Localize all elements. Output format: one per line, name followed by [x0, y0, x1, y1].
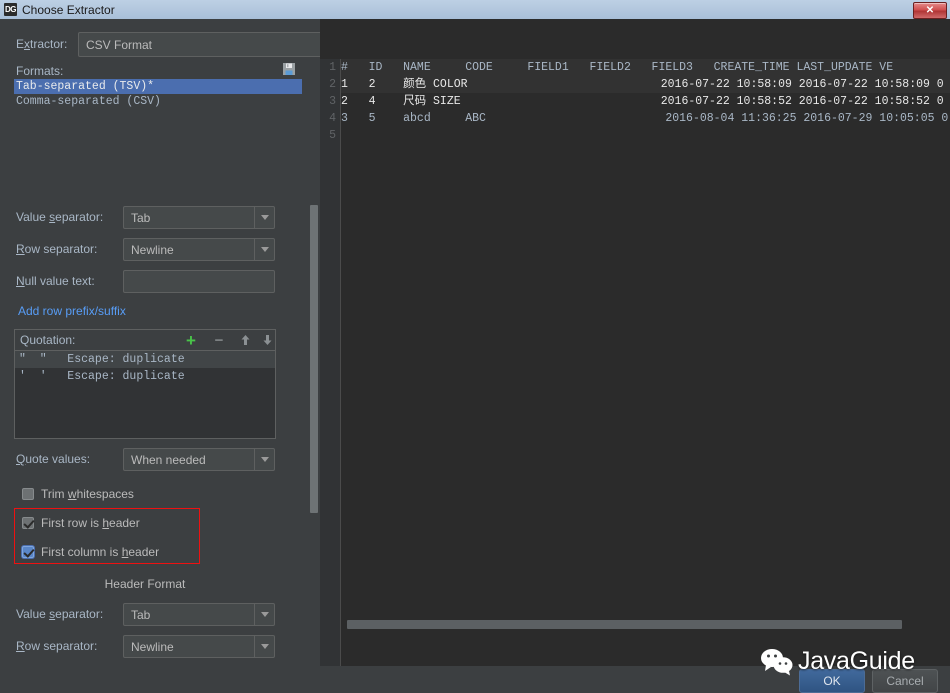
- quotation-row-single[interactable]: ' ' Escape: duplicate: [15, 368, 275, 385]
- checkbox-label: First row is header: [41, 516, 140, 530]
- chevron-down-icon[interactable]: [254, 239, 274, 260]
- add-icon[interactable]: +: [183, 332, 199, 349]
- window-title: Choose Extractor: [22, 2, 115, 17]
- move-up-icon[interactable]: [237, 332, 253, 348]
- quotation-header: Quotation: + −: [15, 330, 275, 350]
- header-value-separator-value: Tab: [131, 607, 151, 622]
- move-down-icon[interactable]: [259, 332, 275, 348]
- header-row-separator-row: Row separator: Newline: [0, 635, 300, 658]
- title-bar: DG Choose Extractor ✕: [0, 0, 950, 20]
- value-separator-value: Tab: [131, 210, 151, 225]
- checkbox-trim-whitespaces[interactable]: Trim whitespaces: [22, 484, 134, 504]
- header-row-separator-select[interactable]: Newline: [123, 635, 275, 658]
- row-separator-value: Newline: [131, 242, 174, 257]
- line-number: 1: [329, 61, 336, 74]
- checkbox-label: First column is header: [41, 545, 160, 559]
- preview-row: 3 5 abcd ABC 2016-08-04 11:36:25 2016-07…: [341, 112, 949, 125]
- line-number: 5: [329, 129, 336, 142]
- header-value-separator-label: Value separator:: [16, 607, 104, 621]
- preview-panel: 1 2 3 4 5 # ID NAME CODE FIELD1 FIELD2 F…: [320, 19, 950, 666]
- close-icon[interactable]: ✕: [913, 2, 947, 19]
- null-value-label: Null value text:: [16, 274, 95, 288]
- settings-panel: Formats: Tab-separated (TSV)* Comma-sepa…: [0, 19, 320, 666]
- preview-row: [341, 127, 950, 144]
- header-row-separator-label: Row separator:: [16, 639, 98, 653]
- formats-list[interactable]: Tab-separated (TSV)* Comma-separated (CS…: [14, 79, 302, 109]
- checkbox-box[interactable]: [22, 546, 34, 558]
- row-separator-select[interactable]: Newline: [123, 238, 275, 261]
- settings-scrollbar-thumb[interactable]: [310, 205, 318, 513]
- checkbox-label: Trim whitespaces: [41, 487, 134, 501]
- preview-row: 2 4 尺码 SIZE 2016-07-22 10:58:52 2016-07-…: [341, 95, 944, 108]
- header-format-title: Header Format: [104, 577, 186, 591]
- add-row-prefix-suffix-link[interactable]: Add row prefix/suffix: [18, 304, 126, 318]
- dialog-body: Extractor: CSV Format Formats: Tab-separ…: [0, 19, 950, 693]
- checkbox-first-column-is-header[interactable]: First column is header: [22, 542, 159, 562]
- cancel-button[interactable]: Cancel: [872, 669, 938, 693]
- formats-item-csv[interactable]: Comma-separated (CSV): [14, 94, 302, 109]
- preview-scrollbar-thumb[interactable]: [347, 620, 902, 629]
- line-number: 3: [329, 95, 336, 108]
- row-separator-label: Row separator:: [16, 242, 98, 256]
- preview-content[interactable]: # ID NAME CODE FIELD1 FIELD2 FIELD3 CREA…: [341, 59, 950, 144]
- formats-item-tsv[interactable]: Tab-separated (TSV)*: [14, 79, 302, 94]
- line-number-gutter: 1 2 3 4 5: [320, 59, 341, 666]
- row-separator-row: Row separator: Newline: [0, 238, 300, 261]
- value-separator-select[interactable]: Tab: [123, 206, 275, 229]
- chevron-down-icon[interactable]: [254, 207, 274, 228]
- save-icon[interactable]: [282, 62, 296, 76]
- value-separator-row: Value separator: Tab: [0, 206, 300, 229]
- line-number: 2: [329, 78, 336, 91]
- header-value-separator-row: Value separator: Tab: [0, 603, 300, 626]
- null-value-row: Null value text:: [0, 270, 300, 293]
- choose-extractor-dialog: DG Choose Extractor ✕ Extractor: CSV For…: [0, 0, 950, 693]
- chevron-down-icon[interactable]: [254, 604, 274, 625]
- quote-values-row: Quote values: When needed: [0, 448, 300, 471]
- chevron-down-icon[interactable]: [254, 449, 274, 470]
- quote-values-value: When needed: [131, 452, 206, 467]
- quotation-label: Quotation:: [20, 333, 76, 347]
- formats-label: Formats:: [16, 64, 64, 78]
- datagrip-icon: DG: [4, 3, 17, 16]
- null-value-input[interactable]: [123, 270, 275, 293]
- checkbox-box[interactable]: [22, 517, 34, 529]
- header-row-separator-value: Newline: [131, 639, 174, 654]
- quote-values-label: Quote values:: [16, 452, 91, 466]
- remove-icon[interactable]: −: [211, 332, 227, 348]
- quote-values-select[interactable]: When needed: [123, 448, 275, 471]
- preview-row: 1 2 颜色 COLOR 2016-07-22 10:58:09 2016-07…: [341, 76, 950, 93]
- checkbox-first-row-is-header[interactable]: First row is header: [22, 513, 140, 533]
- header-value-separator-select[interactable]: Tab: [123, 603, 275, 626]
- quotation-row-double[interactable]: " " Escape: duplicate: [15, 351, 275, 368]
- value-separator-label: Value separator:: [16, 210, 104, 224]
- checkbox-box[interactable]: [22, 488, 34, 500]
- ok-button[interactable]: OK: [799, 669, 865, 693]
- quotation-list[interactable]: " " Escape: duplicate ' ' Escape: duplic…: [15, 350, 275, 438]
- line-number: 4: [329, 112, 336, 125]
- chevron-down-icon[interactable]: [254, 636, 274, 657]
- preview-row-header: # ID NAME CODE FIELD1 FIELD2 FIELD3 CREA…: [341, 59, 950, 76]
- quotation-panel: Quotation: + − " " Escape: duplicate ' '…: [14, 329, 276, 439]
